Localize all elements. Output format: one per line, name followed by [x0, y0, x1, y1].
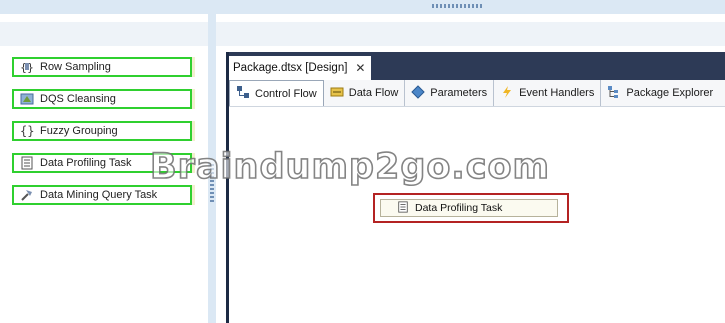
close-icon[interactable]: ✕: [355, 61, 365, 75]
control-flow-icon: [236, 85, 250, 102]
task-label: Data Profiling Task: [415, 202, 503, 214]
svg-text:{}: {}: [20, 124, 34, 138]
toolbox-item-label: Data Profiling Task: [40, 157, 132, 169]
tab-label: Control Flow: [255, 87, 317, 100]
tab-event-handlers[interactable]: Event Handlers: [494, 80, 602, 106]
toolbox-item-fuzzy-grouping[interactable]: {} Fuzzy Grouping: [12, 121, 192, 141]
tab-control-flow[interactable]: Control Flow: [229, 80, 324, 106]
document-tab-title: Package.dtsx [Design]: [233, 62, 348, 74]
event-handlers-icon: [500, 85, 514, 102]
tab-label: Parameters: [430, 87, 488, 99]
tab-parameters[interactable]: Parameters: [405, 80, 495, 106]
package-explorer-icon: [607, 85, 621, 102]
data-profiling-icon: [20, 156, 34, 170]
tab-package-explorer[interactable]: Package Explorer: [601, 80, 719, 106]
data-mining-query-icon: [20, 188, 34, 202]
fuzzy-grouping-icon: {}: [20, 124, 34, 138]
tab-label: Event Handlers: [519, 87, 595, 99]
toolbox-item-label: DQS Cleansing: [40, 93, 116, 105]
dqs-cleansing-icon: [20, 92, 34, 106]
data-flow-icon: [330, 85, 344, 102]
toolbox-item-label: Fuzzy Grouping: [40, 125, 118, 137]
drag-grip[interactable]: [432, 4, 482, 8]
document-tab-bar: Package.dtsx [Design] ✕: [229, 52, 725, 80]
toolbox-header: [0, 22, 208, 46]
data-profiling-task-shape[interactable]: Data Profiling Task: [380, 199, 558, 217]
parameters-icon: [411, 84, 425, 102]
toolbox-item-data-mining-query-task[interactable]: Data Mining Query Task: [12, 185, 192, 205]
top-bar: [0, 0, 725, 14]
document-tab-package[interactable]: Package.dtsx [Design] ✕: [229, 56, 372, 80]
designer-tab-strip: Control Flow Data Flow Parameters Event …: [229, 80, 725, 107]
designer-header: [216, 22, 725, 46]
tab-label: Package Explorer: [626, 87, 714, 99]
toolbox-item-dqs-cleansing[interactable]: DQS Cleansing: [12, 89, 192, 109]
watermark-text: Braindump2go.com: [149, 146, 550, 188]
toolbox-item-label: Row Sampling: [40, 61, 111, 73]
toolbox-item-row-sampling[interactable]: {} Row Sampling: [12, 57, 192, 77]
tab-data-flow[interactable]: Data Flow: [324, 80, 406, 106]
toolbox-item-label: Data Mining Query Task: [40, 189, 158, 201]
row-sampling-icon: {}: [20, 60, 34, 74]
data-profiling-icon: [397, 200, 409, 216]
tab-label: Data Flow: [348, 87, 399, 99]
